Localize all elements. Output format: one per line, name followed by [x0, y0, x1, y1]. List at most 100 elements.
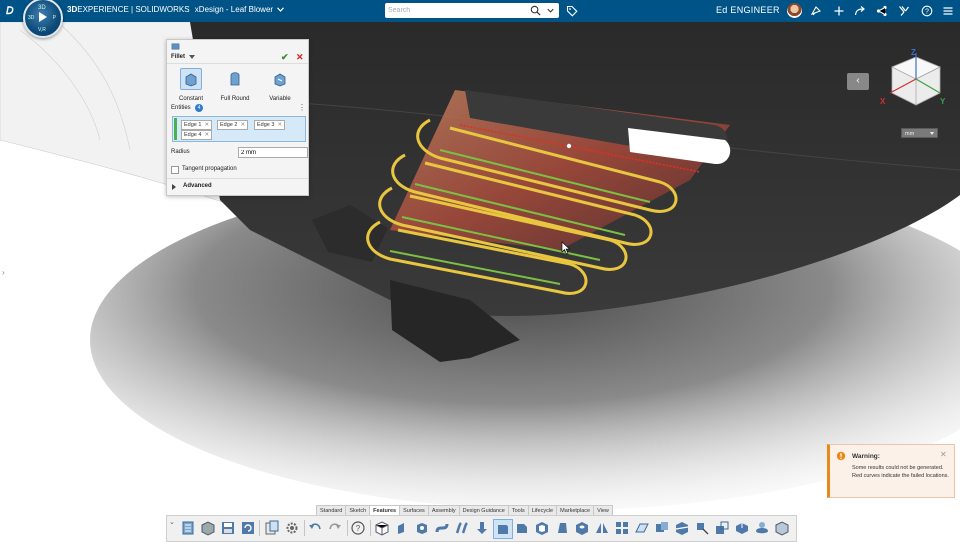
scale-button[interactable] — [713, 519, 731, 537]
split-button[interactable] — [673, 519, 691, 537]
help-icon[interactable]: ? — [921, 5, 933, 17]
extrude-button[interactable] — [393, 519, 411, 537]
search-box[interactable] — [385, 3, 559, 18]
cancel-button[interactable]: ✕ — [296, 52, 304, 63]
sweep-button[interactable] — [433, 519, 451, 537]
pattern-button[interactable] — [613, 519, 631, 537]
edge-chip[interactable]: Edge 1 ✕ — [181, 120, 213, 130]
design-manager-button[interactable] — [179, 519, 197, 537]
remove-icon[interactable]: ✕ — [277, 122, 282, 128]
fillet-panel: Fillet ✔ ✕ Constant Full Round Variable … — [166, 39, 309, 196]
constant-fillet-icon — [180, 68, 202, 90]
chamfer-button[interactable] — [513, 519, 531, 537]
split-icon — [675, 522, 689, 535]
tag-icon[interactable] — [566, 5, 578, 17]
shell-icon — [536, 522, 548, 535]
material-icon — [756, 522, 768, 534]
settings-button[interactable] — [283, 519, 301, 537]
chevron-down-icon[interactable] — [277, 7, 285, 12]
radius-input[interactable] — [238, 147, 308, 158]
user-name[interactable]: Ed ENGINEER — [716, 5, 780, 15]
revolve-icon — [417, 523, 427, 534]
ok-button[interactable]: ✔ — [281, 52, 289, 63]
panel-title[interactable]: Fillet — [171, 54, 185, 60]
more-options-icon[interactable]: ⋮ — [298, 103, 306, 112]
menu-icon[interactable] — [942, 5, 954, 17]
fillet-icon — [498, 525, 508, 534]
chevron-right-icon[interactable] — [172, 184, 176, 190]
model-scene[interactable] — [0, 22, 960, 540]
remove-icon[interactable]: ✕ — [204, 132, 209, 138]
fillet-type-label: Constant — [178, 96, 203, 102]
redo-button[interactable] — [326, 519, 344, 537]
brand-prefix: 3D — [67, 5, 78, 14]
part-button[interactable] — [199, 519, 217, 537]
3d-viewport[interactable]: Z X Y ‹ mm — [0, 22, 960, 540]
material-button[interactable] — [753, 519, 771, 537]
edge-chip[interactable]: Edge 4 ✕ — [181, 130, 213, 140]
fillet-type-constant[interactable]: Constant — [174, 68, 208, 102]
chamfer-icon — [517, 524, 527, 533]
search-icon[interactable] — [530, 5, 541, 16]
revolve-button[interactable] — [413, 519, 431, 537]
sketch-plane-button[interactable] — [373, 519, 391, 537]
edge-chip[interactable]: Edge 3 ✕ — [254, 120, 286, 130]
entities-selection-box[interactable]: Edge 1 ✕ Edge 2 ✕ Edge 3 ✕ Edge 4 ✕ — [172, 116, 306, 142]
remove-icon[interactable]: ✕ — [204, 122, 209, 128]
mirror-button[interactable] — [593, 519, 611, 537]
dassault-logo-icon[interactable]: 𝘋 — [6, 4, 20, 17]
units-select[interactable]: mm — [901, 128, 938, 138]
search-input[interactable] — [388, 4, 526, 16]
boolean-button[interactable] — [653, 519, 671, 537]
chevron-down-icon[interactable] — [189, 55, 195, 59]
add-icon[interactable] — [833, 5, 845, 17]
command-bar: ⌄ ? — [166, 515, 797, 542]
notification-icon[interactable] — [810, 5, 822, 17]
top-bar: 𝘋 3DEXPERIENCE | SOLIDWORKS xDesign - Le… — [0, 0, 960, 22]
play-icon[interactable] — [39, 12, 47, 22]
thicken-button[interactable] — [733, 519, 751, 537]
help-button[interactable]: ? — [349, 519, 367, 537]
chevron-down-icon — [930, 132, 934, 135]
avatar[interactable] — [787, 3, 802, 18]
entities-count-badge: 4 — [195, 104, 203, 112]
fillet-type-full-round[interactable]: Full Round — [218, 68, 252, 102]
document-title[interactable]: xDesign - Leaf Blower — [195, 5, 273, 14]
edge-chip[interactable]: Edge 2 ✕ — [217, 120, 249, 130]
extrude-icon — [398, 523, 404, 534]
move-button[interactable] — [693, 519, 711, 537]
draft-button[interactable] — [553, 519, 571, 537]
remove-icon[interactable]: ✕ — [240, 122, 245, 128]
fillet-button[interactable] — [493, 519, 513, 539]
close-icon[interactable]: ✕ — [940, 450, 947, 459]
forward-icon[interactable] — [854, 5, 866, 17]
cube-icon — [375, 521, 389, 536]
hole-button[interactable] — [573, 519, 591, 537]
rebuild-button[interactable] — [239, 519, 257, 537]
pick-point — [566, 143, 572, 149]
tangent-propagation-checkbox[interactable] — [171, 166, 179, 174]
push-pull-button[interactable] — [473, 519, 491, 537]
hole-icon — [576, 522, 588, 535]
collapse-panel-button[interactable]: ‹ — [847, 73, 869, 90]
help-icon: ? — [351, 521, 365, 535]
shell-button[interactable] — [533, 519, 551, 537]
move-icon — [697, 523, 709, 535]
sheet-button[interactable] — [263, 519, 281, 537]
save-button[interactable] — [219, 519, 237, 537]
chevron-down-icon[interactable] — [545, 5, 556, 16]
tools-icon[interactable] — [898, 5, 910, 17]
scale-icon — [716, 521, 729, 534]
plane-button[interactable] — [633, 519, 651, 537]
fillet-type-variable[interactable]: Variable — [263, 68, 297, 102]
left-panel-handle[interactable]: › — [2, 268, 5, 277]
undo-button[interactable] — [306, 519, 324, 537]
axis-y-label: Y — [940, 97, 946, 106]
chevron-down-icon[interactable]: ⌄ — [169, 518, 175, 526]
loft-button[interactable] — [453, 519, 471, 537]
advanced-section-toggle[interactable]: Advanced — [183, 183, 212, 189]
appearance-button[interactable] — [773, 519, 791, 537]
share-icon[interactable] — [876, 5, 888, 17]
divider — [370, 520, 371, 536]
sweep-icon — [435, 523, 449, 533]
